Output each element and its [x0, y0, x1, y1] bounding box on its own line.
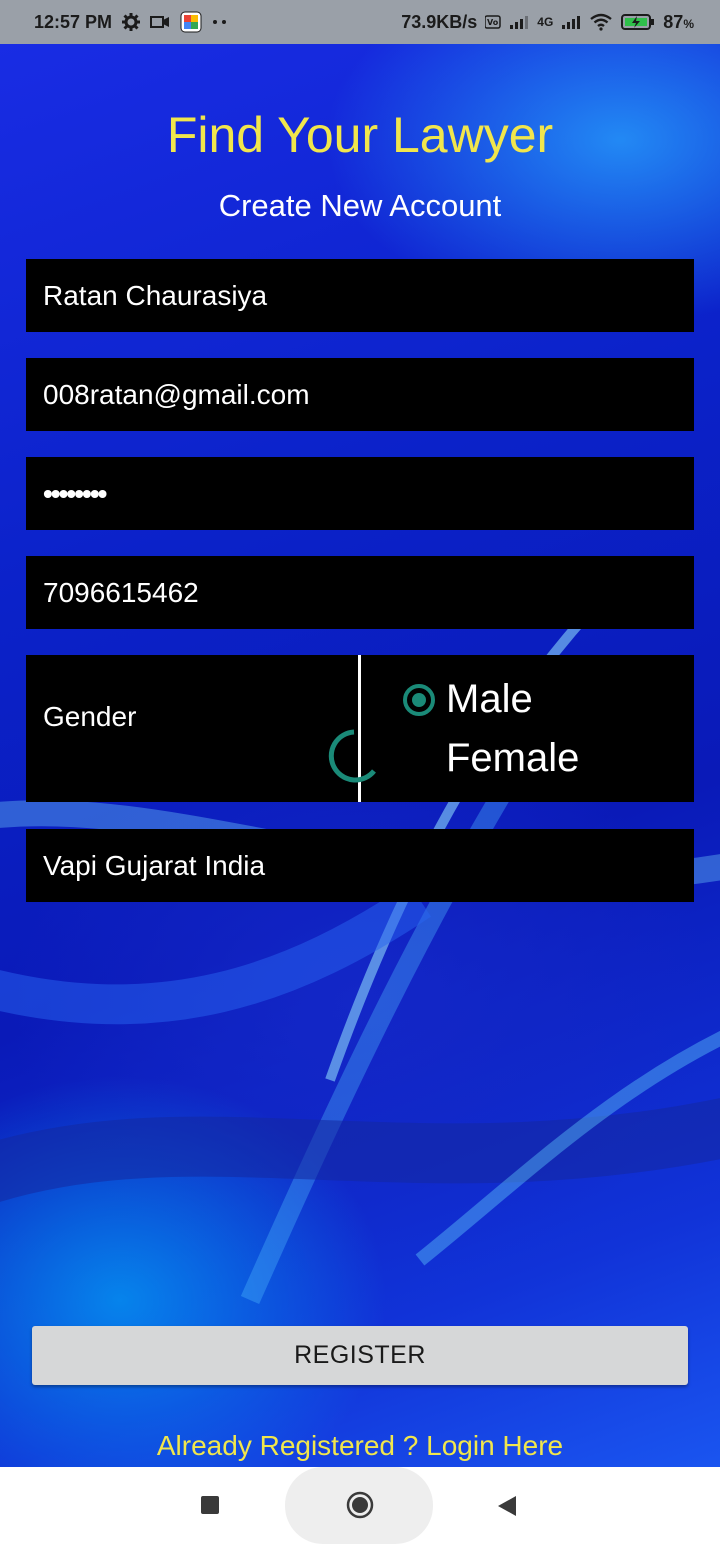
address-value: Vapi Gujarat India — [43, 849, 266, 881]
gender-option-female[interactable]: Female — [446, 736, 579, 781]
signal-icon — [509, 14, 529, 30]
network-type: 4G — [537, 15, 554, 29]
svg-text:Vo: Vo — [487, 18, 499, 27]
gender-option-male[interactable]: Male — [446, 677, 533, 722]
status-bar: 12:57 PM 73.9KB/s Vo 4G 87% — [0, 0, 720, 44]
more-dots-icon — [212, 18, 228, 26]
home-icon[interactable] — [346, 1491, 374, 1519]
volte-icon: Vo — [485, 15, 502, 29]
app-title: Find Your Lawyer — [166, 107, 554, 163]
name-value: Ratan Chaurasiya — [43, 279, 268, 311]
password-field[interactable]: •••••••• — [26, 457, 694, 530]
back-icon[interactable] — [496, 1494, 518, 1518]
register-button[interactable]: REGISTER — [32, 1326, 688, 1385]
address-field[interactable]: Vapi Gujarat India — [26, 829, 694, 902]
phone-value: 7096615462 — [43, 576, 199, 608]
battery-charging-icon — [621, 13, 655, 31]
radio-male-icon[interactable] — [402, 683, 436, 717]
status-time: 12:57 PM — [34, 11, 113, 32]
video-icon — [150, 14, 170, 30]
name-field[interactable]: Ratan Chaurasiya — [26, 259, 694, 332]
phone-field[interactable]: 7096615462 — [26, 556, 694, 629]
navigation-bar — [0, 1467, 720, 1544]
battery-level: 87% — [663, 11, 694, 32]
network-speed: 73.9KB/s — [401, 11, 478, 32]
login-link[interactable]: Already Registered ? Login Here — [0, 1430, 720, 1462]
gender-label: Gender — [43, 701, 137, 732]
email-field[interactable]: 008ratan@gmail.com — [26, 358, 694, 431]
gender-selector: Gender Male Female — [26, 655, 694, 802]
signal-icon-2 — [561, 14, 581, 30]
email-value: 008ratan@gmail.com — [43, 378, 310, 410]
page-subtitle: Create New Account — [218, 188, 502, 223]
photos-icon — [180, 11, 202, 33]
loading-spinner-icon — [328, 729, 376, 783]
recent-apps-icon[interactable] — [201, 1496, 219, 1514]
wifi-icon — [589, 13, 613, 31]
settings-icon — [122, 13, 141, 31]
password-value: •••••••• — [43, 477, 107, 509]
